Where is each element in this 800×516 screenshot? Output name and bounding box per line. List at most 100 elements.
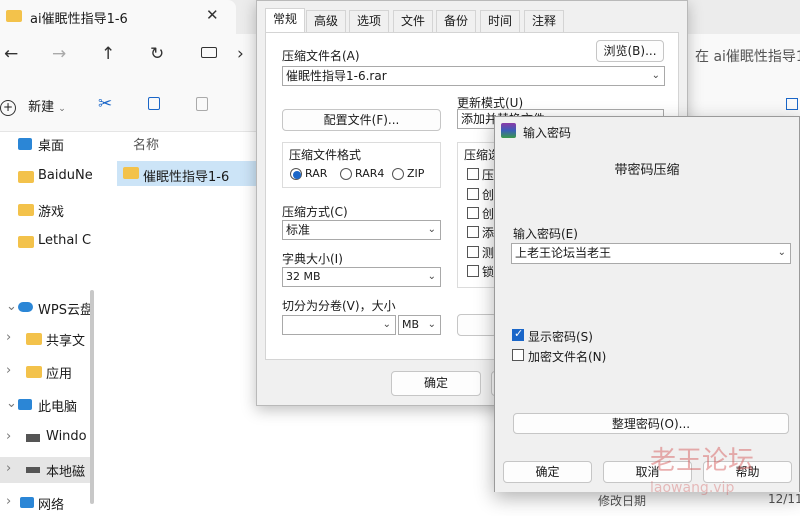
archive-name-label: 压缩文件名(A) xyxy=(282,49,360,63)
pc-icon[interactable] xyxy=(201,47,217,58)
chevron-right-icon[interactable]: › xyxy=(6,363,11,378)
archive-name-field[interactable]: 催眠性指导1-6.rar ⌄ xyxy=(282,66,665,86)
chevron-down-icon[interactable]: ⌄ xyxy=(428,316,436,334)
column-header-modified[interactable]: 修改日期 xyxy=(598,492,646,509)
browse-button[interactable]: 浏览(B)... xyxy=(596,40,664,62)
format-rar-radio[interactable] xyxy=(290,168,302,180)
ok-button[interactable]: 确定 xyxy=(391,371,481,396)
breadcrumb-chevron-icon[interactable]: › xyxy=(237,44,244,64)
format-zip-radio[interactable] xyxy=(392,168,404,180)
sidebar-item-games[interactable]: 游戏 xyxy=(0,197,92,223)
watermark-url: laowang.vip xyxy=(650,480,735,496)
tab-backup[interactable]: 备份 xyxy=(436,10,477,33)
copy-icon[interactable] xyxy=(148,97,160,110)
chevron-down-icon[interactable]: ⌄ xyxy=(383,316,391,334)
sidebar-item-windows[interactable]: › Windo xyxy=(0,425,92,451)
chevron-right-icon[interactable]: › xyxy=(6,429,11,444)
sidebar-item-baidunetdisk[interactable]: BaiduNe xyxy=(0,164,92,190)
sidebar-item-this-pc[interactable]: ⌄ 此电脑 xyxy=(0,392,92,418)
column-header-name[interactable]: 名称 xyxy=(133,134,159,153)
split-unit-select[interactable]: MB ⌄ xyxy=(398,315,441,335)
dictionary-size-select[interactable]: 32 MB ⌄ xyxy=(282,267,441,287)
chevron-right-icon[interactable]: › xyxy=(6,330,11,345)
explorer-tab[interactable]: ai催眠性指导1-6 ✕ xyxy=(0,0,236,34)
refresh-button[interactable]: ↻ xyxy=(150,44,164,64)
sidebar-item-label: 本地磁 xyxy=(46,465,86,480)
sidebar-scrollbar[interactable] xyxy=(90,290,94,504)
format-rar4-label: RAR4 xyxy=(355,167,385,180)
drive-icon xyxy=(26,434,40,442)
chevron-down-icon[interactable]: ⌄ xyxy=(6,396,17,411)
format-rar4-radio[interactable] xyxy=(340,168,352,180)
paste-icon[interactable] xyxy=(196,97,208,111)
sidebar-item-lethal[interactable]: Lethal C xyxy=(0,229,92,255)
sidebar-item-network[interactable]: › 网络 xyxy=(0,490,92,516)
tab-time[interactable]: 时间 xyxy=(480,10,521,33)
password-dialog-title: 输入密码 xyxy=(523,126,572,140)
tab-comment[interactable]: 注释 xyxy=(524,10,565,33)
compression-method-select[interactable]: 标准 ⌄ xyxy=(282,220,441,240)
password-value: 上老王论坛当老王 xyxy=(515,246,612,260)
tab-advanced[interactable]: 高级 xyxy=(306,10,347,33)
option-checkbox[interactable] xyxy=(467,207,479,219)
set-password-button[interactable] xyxy=(457,314,497,336)
watermark: 老王论坛 xyxy=(650,446,755,476)
option-label: 压 xyxy=(482,168,495,182)
tab-general[interactable]: 常规 xyxy=(265,8,306,33)
split-volumes-label: 切分为分卷(V)，大小 xyxy=(282,299,396,313)
option-checkbox[interactable] xyxy=(467,188,479,200)
sidebar-item-desktop[interactable]: 桌面 xyxy=(0,131,92,157)
sidebar-item-label: 桌面 xyxy=(38,139,65,154)
cut-icon[interactable]: ✂ xyxy=(98,94,112,114)
sidebar-item-label: Lethal C xyxy=(38,233,92,248)
details-pane-icon[interactable] xyxy=(786,98,798,110)
chevron-down-icon[interactable]: ⌄ xyxy=(652,67,660,85)
split-volume-size-field[interactable]: ⌄ xyxy=(282,315,396,335)
chevron-down-icon[interactable]: ⌄ xyxy=(428,221,436,239)
organize-passwords-button[interactable]: 整理密码(O)... xyxy=(513,413,789,434)
sidebar-item-label: WPS云盘 xyxy=(38,303,92,318)
chevron-right-icon[interactable]: › xyxy=(6,461,11,476)
password-dialog-titlebar: 输入密码 xyxy=(495,117,799,145)
option-label: 测 xyxy=(482,246,495,260)
sidebar-item-local-disk[interactable]: › 本地磁 xyxy=(0,457,92,483)
show-password-checkbox[interactable] xyxy=(512,327,524,341)
sidebar-item-wps-cloud[interactable]: ⌄ WPS云盘 xyxy=(0,295,92,321)
option-checkbox[interactable] xyxy=(467,246,479,258)
option-checkbox[interactable] xyxy=(467,226,479,238)
sidebar-item-shared[interactable]: › 共享文 xyxy=(0,326,92,352)
tab-files[interactable]: 文件 xyxy=(393,10,434,33)
dictionary-size-value: 32 MB xyxy=(286,270,321,283)
sidebar-item-label: Windo xyxy=(46,429,87,444)
tab-options[interactable]: 选项 xyxy=(349,10,390,33)
profiles-button[interactable]: 配置文件(F)... xyxy=(282,109,441,131)
search-box-placeholder[interactable]: 在 ai催眠性指导1-6 xyxy=(695,46,800,66)
password-dialog-heading: 带密码压缩 xyxy=(614,163,680,178)
chevron-right-icon[interactable]: › xyxy=(6,494,11,509)
option-checkbox[interactable] xyxy=(467,265,479,277)
password-input[interactable]: 上老王论坛当老王 ⌄ xyxy=(511,243,791,264)
new-button-label: 新建 xyxy=(28,100,55,115)
sidebar-item-label: 应用 xyxy=(46,367,73,382)
plus-icon: + xyxy=(0,99,16,116)
archive-format-label: 压缩文件格式 xyxy=(289,148,362,162)
close-tab-icon[interactable]: ✕ xyxy=(206,6,219,24)
cloud-icon xyxy=(18,302,33,312)
option-label: 创 xyxy=(482,188,495,202)
sidebar-item-label: 网络 xyxy=(38,498,65,513)
back-button[interactable]: ← xyxy=(4,44,18,64)
enter-password-dialog: 输入密码 带密码压缩 输入密码(E) 上老王论坛当老王 ⌄ 显示密码(S) 加密… xyxy=(494,116,800,492)
new-button[interactable]: + 新建 ⌄ xyxy=(0,96,66,116)
encrypt-filenames-checkbox[interactable] xyxy=(512,349,524,361)
chevron-down-icon[interactable]: ⌄ xyxy=(428,268,436,286)
file-row[interactable]: 催眠性指导1-6 xyxy=(117,161,262,186)
chevron-down-icon[interactable]: ⌄ xyxy=(6,299,17,314)
up-button[interactable]: ↑ xyxy=(101,44,115,64)
option-checkbox[interactable] xyxy=(467,168,479,180)
sidebar-item-apps[interactable]: › 应用 xyxy=(0,359,92,385)
chevron-down-icon[interactable]: ⌄ xyxy=(778,244,786,262)
sidebar-item-label: 此电脑 xyxy=(38,400,78,415)
forward-button[interactable]: → xyxy=(52,44,66,64)
password-ok-button[interactable]: 确定 xyxy=(503,461,592,483)
desktop-icon xyxy=(18,138,32,150)
